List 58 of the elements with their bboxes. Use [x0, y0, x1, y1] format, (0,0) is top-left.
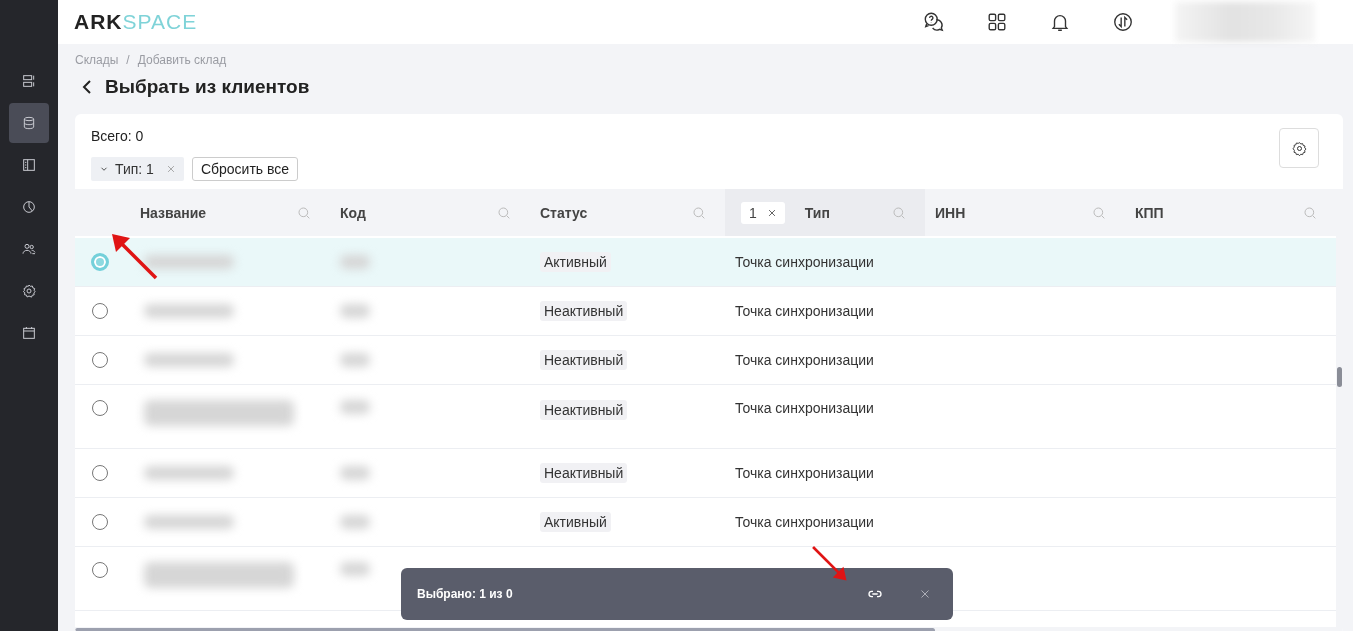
total-count: Всего: 0 — [91, 128, 145, 144]
radio-button[interactable] — [90, 253, 109, 271]
redacted-text — [340, 353, 370, 367]
radio-button[interactable] — [91, 400, 108, 416]
radio-button[interactable] — [91, 352, 108, 368]
table-cell: Точка синхронизации — [735, 514, 874, 530]
column-header[interactable]: Статус — [540, 204, 691, 221]
redacted-text — [340, 304, 370, 318]
list-icon — [21, 73, 37, 89]
calendar-icon — [21, 325, 37, 341]
back-icon[interactable] — [81, 79, 93, 95]
sync-arrows-icon[interactable] — [1112, 11, 1134, 33]
status-badge: Активный — [540, 252, 611, 272]
database-icon — [21, 115, 37, 131]
status-badge: Неактивный — [540, 463, 628, 483]
apps-grid-icon[interactable] — [986, 11, 1008, 33]
redacted-text — [340, 400, 370, 414]
logo[interactable]: ARKSPACE — [74, 10, 198, 34]
column-header[interactable]: ИНН — [935, 204, 1091, 221]
column-header[interactable]: Код — [340, 204, 496, 221]
radio-button[interactable] — [91, 465, 108, 481]
settings-button[interactable] — [1279, 128, 1319, 168]
settings-icon — [1291, 140, 1307, 156]
table-cell: Точка синхронизации — [735, 303, 874, 319]
book-icon — [21, 157, 37, 173]
radio-button[interactable] — [91, 514, 108, 530]
redacted-text — [340, 562, 370, 576]
close-icon[interactable] — [919, 588, 931, 600]
column-header[interactable]: Тип — [804, 204, 891, 221]
page-title: Выбрать из клиентов — [105, 76, 310, 98]
status-badge: Неактивный — [540, 350, 628, 370]
reset-button[interactable]: Сбросить все — [191, 157, 299, 181]
selection-count: Выбрано: 1 из 0 — [417, 587, 514, 601]
users-icon — [21, 241, 37, 257]
radio-button[interactable] — [91, 303, 108, 319]
status-badge: Активный — [540, 512, 611, 532]
column-header[interactable]: КПП — [1135, 204, 1302, 221]
column-filter-chip[interactable]: 1 — [741, 201, 785, 224]
column-header[interactable]: Название — [140, 204, 296, 221]
redacted-text — [340, 515, 370, 529]
breadcrumb-separator: / — [126, 53, 130, 67]
annotation-arrow — [810, 544, 848, 582]
settings-icon — [21, 283, 37, 299]
pie-chart-icon — [21, 199, 37, 215]
table-cell: Точка синхронизации — [735, 400, 874, 416]
sidebar-item[interactable] — [9, 103, 49, 143]
status-badge: Неактивный — [540, 301, 628, 321]
redacted-text — [340, 255, 370, 269]
filter-tag[interactable]: Тип: 1 — [91, 157, 184, 181]
table-cell: Точка синхронизации — [735, 465, 874, 481]
table-cell: Точка синхронизации — [735, 254, 874, 270]
table-cell: Точка синхронизации — [735, 352, 874, 368]
close-icon[interactable] — [766, 207, 777, 218]
status-badge: Неактивный — [540, 400, 628, 420]
redacted-text — [340, 466, 370, 480]
radio-button[interactable] — [91, 562, 108, 578]
help-chat-icon[interactable] — [923, 11, 945, 33]
annotation-arrow — [110, 232, 160, 282]
